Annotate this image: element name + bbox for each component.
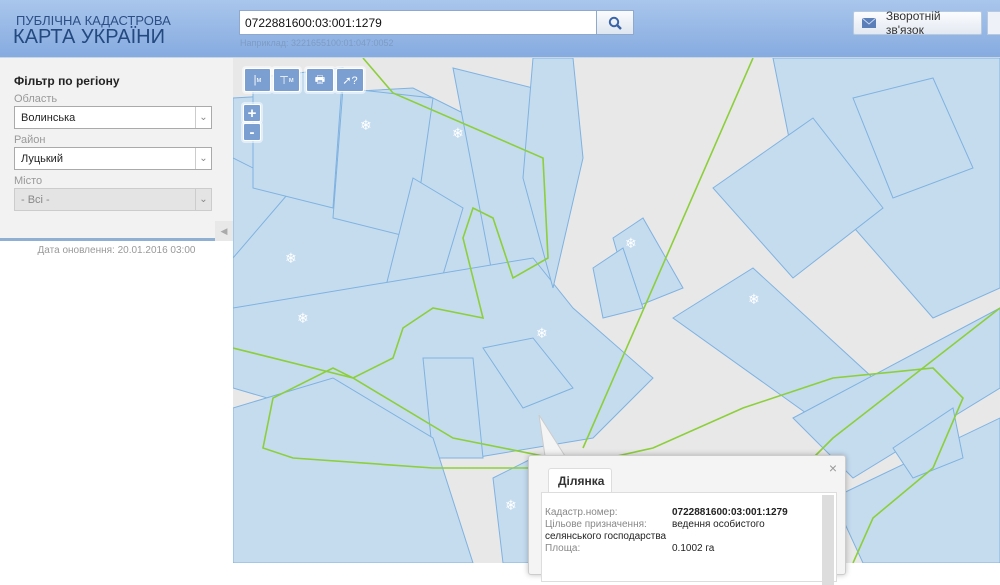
svg-text:❄: ❄ — [536, 326, 548, 342]
misto-value: - Всі - — [21, 194, 50, 206]
purpose-label: Цільове призначення: — [545, 519, 647, 530]
update-date: Дата оновлення: 20.01.2016 03:00 — [37, 245, 196, 256]
misto-select[interactable]: - Всі - ⌄ — [14, 188, 212, 211]
zoom-in-button[interactable]: + — [243, 104, 261, 122]
measure-area-button[interactable]: ⊤ м — [273, 68, 300, 92]
area-ruler-icon: ⊤ — [279, 74, 289, 87]
svg-text:❄: ❄ — [625, 236, 637, 252]
svg-text:❄: ❄ — [285, 251, 297, 267]
svg-text:❄: ❄ — [505, 498, 517, 514]
area-value: 0.1002 га — [672, 543, 715, 554]
purpose-value: ведення особистого — [672, 519, 765, 530]
collapse-sidebar-button[interactable]: ◀ — [215, 221, 233, 241]
feedback-button[interactable]: Зворотній зв'язок — [853, 9, 982, 37]
area-label: Площа: — [545, 543, 581, 554]
rayon-value: Луцький — [21, 153, 63, 165]
measure-area-unit: м — [288, 76, 294, 84]
chevron-down-icon: ⌄ — [195, 107, 211, 128]
oblast-value: Волинська — [21, 112, 76, 124]
svg-text:❄: ❄ — [360, 118, 372, 134]
rayon-label: Район — [14, 134, 46, 146]
identify-button[interactable]: ➚? — [336, 68, 364, 92]
search-input[interactable] — [239, 10, 597, 35]
feedback-label: Зворотній зв'язок — [885, 9, 941, 37]
cadastre-value: 0722881600:03:001:1279 — [672, 507, 788, 518]
misto-label: Місто — [14, 175, 43, 187]
popup-pointer — [538, 415, 566, 457]
svg-text:❄: ❄ — [297, 311, 309, 327]
filter-title: Фільтр по регіону — [14, 74, 120, 88]
header: ПУБЛІЧНА КАДАСТРОВА КАРТА УКРАЇНИ Наприк… — [0, 0, 1000, 58]
popup-scrollbar[interactable] — [822, 495, 834, 585]
oblast-select[interactable]: Волинська ⌄ — [14, 106, 212, 129]
header-extra-button[interactable] — [987, 11, 1000, 35]
measure-length-unit: м — [256, 76, 262, 84]
cadastre-label: Кадастр.номер: — [545, 507, 618, 518]
region-filter: Фільтр по регіону Область Волинська ⌄ Рай… — [0, 58, 233, 241]
sidebar: Фільтр по регіону Область Волинська ⌄ Рай… — [0, 58, 233, 563]
rayon-select[interactable]: Луцький ⌄ — [14, 147, 212, 170]
popup-body: Кадастр.номер: 0722881600:03:001:1279 Ці… — [541, 492, 837, 585]
purpose-value-cont: селянського господарства — [545, 531, 667, 542]
svg-text:❄: ❄ — [748, 292, 760, 308]
close-icon[interactable]: × — [829, 460, 837, 476]
search-hint: Наприклад: 3221655100:01:047:0052 — [240, 38, 394, 48]
parcel-popup: Ділянка × Кадастр.номер: 0722881600:03:0… — [528, 455, 846, 585]
search-icon — [608, 16, 622, 30]
logo-line2: КАРТА УКРАЇНИ — [13, 26, 165, 48]
chevron-down-icon: ⌄ — [195, 189, 211, 210]
oblast-label: Область — [14, 93, 58, 105]
pointer-help-icon: ➚? — [342, 74, 358, 87]
chevron-down-icon: ⌄ — [195, 148, 211, 169]
mail-icon — [862, 18, 876, 28]
svg-text:❄: ❄ — [452, 126, 464, 142]
print-button[interactable]: 🖶 — [306, 68, 334, 92]
measure-length-button[interactable]: | м — [244, 68, 271, 92]
print-icon: 🖶 — [314, 73, 326, 86]
tab-parcel[interactable]: Ділянка — [548, 468, 612, 493]
zoom-out-button[interactable]: - — [243, 123, 261, 141]
search-button[interactable] — [596, 10, 634, 35]
